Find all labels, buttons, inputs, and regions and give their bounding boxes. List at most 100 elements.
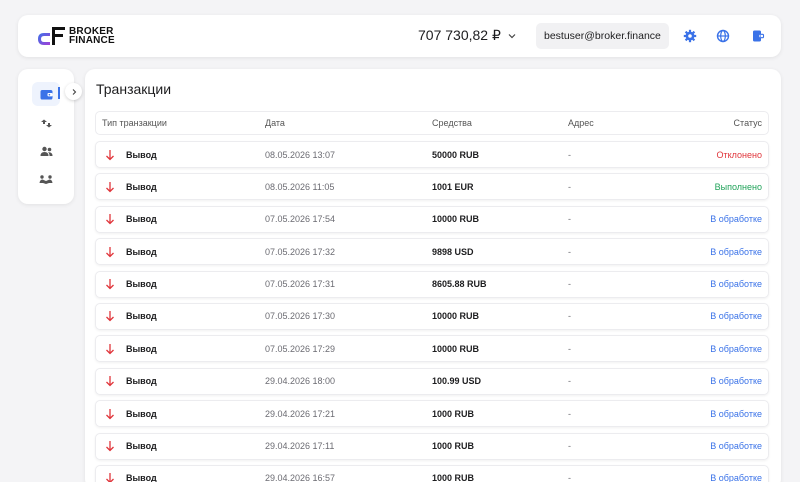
row-status: В обработке: [710, 376, 762, 387]
arrow-down-icon: [106, 246, 114, 258]
row-status: В обработке: [710, 279, 762, 290]
row-address: -: [568, 408, 571, 419]
chevron-down-icon: [508, 33, 516, 38]
arrow-down-icon: [106, 343, 114, 355]
row-date: 07.05.2026 17:29: [265, 343, 336, 354]
page-title: Транзакции: [96, 81, 172, 97]
row-date: 29.04.2026 16:57: [265, 473, 336, 482]
row-type: Вывод: [126, 279, 157, 290]
row-type-cell: Вывод: [102, 142, 157, 167]
broker-finance-logo[interactable]: BROKER FINANCE: [36, 25, 115, 47]
row-type-cell: Вывод: [102, 239, 157, 264]
row-type: Вывод: [126, 473, 157, 482]
table-row[interactable]: Вывод 08.05.2026 13:07 50000 RUB - Отклонено: [95, 141, 769, 168]
row-amount: 100.99 USD: [432, 376, 482, 387]
sidebar-item-partners[interactable]: [32, 167, 60, 191]
sidebar-item-users[interactable]: [32, 139, 60, 163]
chevron-right-icon: [72, 88, 76, 95]
row-amount: 9898 USD: [432, 246, 474, 257]
arrow-down-icon: [106, 408, 114, 420]
arrow-down-icon: [106, 311, 114, 322]
row-type: Вывод: [126, 408, 157, 419]
row-address: -: [568, 214, 571, 225]
wallet-icon: [40, 89, 52, 99]
row-type: Вывод: [126, 441, 157, 452]
settings-icon[interactable]: [683, 29, 697, 43]
balance-dropdown[interactable]: 707 730,82 ₽: [418, 27, 517, 44]
row-type-cell: Вывод: [102, 336, 157, 361]
row-type-cell: Вывод: [102, 369, 157, 394]
sidebar-toggle-button[interactable]: [65, 83, 82, 100]
row-date: 07.05.2026 17:30: [265, 311, 336, 322]
row-status: В обработке: [710, 246, 762, 257]
row-date: 08.05.2026 13:07: [265, 149, 336, 160]
table-row[interactable]: Вывод 07.05.2026 17:32 9898 USD - В обработк…: [95, 238, 769, 266]
row-address: -: [568, 181, 571, 192]
row-type-cell: Вывод: [102, 174, 157, 199]
table-row[interactable]: Вывод 07.05.2026 17:29 10000 RUB - В обработ…: [95, 335, 769, 363]
row-type: Вывод: [126, 343, 157, 354]
row-amount: 1000 RUB: [432, 473, 475, 482]
column-header-date: Дата: [265, 118, 285, 128]
logo-mark-icon: [38, 27, 65, 45]
row-date: 29.04.2026 17:21: [265, 408, 336, 419]
sidebar-item-wallet[interactable]: [32, 82, 60, 106]
row-status: Отклонено: [716, 149, 762, 160]
table-header: Тип транзакции Дата Средства Адрес Стату…: [95, 111, 769, 135]
table-body: Вывод 08.05.2026 13:07 50000 RUB - Отклонено…: [95, 141, 769, 482]
row-address: -: [568, 311, 571, 322]
row-amount: 50000 RUB: [432, 149, 480, 160]
row-type-cell: Вывод: [102, 434, 157, 459]
row-amount: 1000 RUB: [432, 441, 475, 452]
arrow-down-icon: [106, 214, 114, 225]
row-type: Вывод: [126, 149, 157, 160]
row-amount: 10000 RUB: [432, 311, 480, 322]
row-date: 07.05.2026 17:31: [265, 279, 336, 290]
row-type: Вывод: [126, 246, 157, 257]
globe-icon[interactable]: [716, 29, 730, 43]
arrow-down-icon: [106, 376, 114, 387]
row-type: Вывод: [126, 376, 157, 387]
sidebar-item-exchange[interactable]: [32, 111, 60, 135]
transactions-panel: Транзакции Тип транзакции Дата Средства …: [85, 69, 781, 482]
row-type: Вывод: [126, 214, 157, 225]
row-amount: 8605.88 RUB: [432, 279, 487, 290]
table-row[interactable]: Вывод 07.05.2026 17:31 8605.88 RUB - В обраб…: [95, 270, 769, 298]
user-email[interactable]: bestuser@broker.finance: [536, 23, 669, 49]
row-status: В обработке: [710, 473, 762, 482]
row-address: -: [568, 246, 571, 257]
row-type-cell: Вывод: [102, 304, 157, 329]
column-header-status: Статус: [733, 118, 762, 128]
row-amount: 1000 RUB: [432, 408, 475, 419]
arrow-down-icon: [106, 181, 114, 193]
users-icon: [40, 146, 52, 156]
table-row[interactable]: Вывод 29.04.2026 17:11 1000 RUB - В обработк…: [95, 432, 769, 460]
row-address: -: [568, 149, 571, 160]
table-row[interactable]: Вывод 07.05.2026 17:54 10000 RUB - В обработ…: [95, 205, 769, 233]
row-status: В обработке: [710, 343, 762, 354]
table-row[interactable]: Вывод 07.05.2026 17:30 10000 RUB - В обработ…: [95, 302, 769, 330]
transactions-table: Тип транзакции Дата Средства Адрес Стату…: [95, 111, 769, 482]
arrow-down-icon: [106, 473, 114, 482]
table-row[interactable]: Вывод 29.04.2026 18:00 100.99 USD - В обрабо…: [95, 367, 769, 395]
table-row[interactable]: Вывод 29.04.2026 16:57 1000 RUB - В обработк…: [95, 464, 769, 482]
table-row[interactable]: Вывод 29.04.2026 17:21 1000 RUB - В обработк…: [95, 400, 769, 428]
exchange-icon: [40, 119, 52, 127]
row-status: В обработке: [710, 408, 762, 419]
table-row[interactable]: Вывод 08.05.2026 11:05 1001 EUR - Выполнено: [95, 173, 769, 201]
row-date: 07.05.2026 17:54: [265, 214, 336, 225]
logout-icon[interactable]: [751, 29, 765, 43]
row-type: Вывод: [126, 311, 157, 322]
row-date: 08.05.2026 11:05: [265, 181, 335, 192]
active-indicator: [58, 87, 60, 99]
column-header-address: Адрес: [568, 118, 594, 128]
row-type-cell: Вывод: [102, 401, 157, 426]
row-type-cell: Вывод: [102, 272, 157, 297]
arrow-down-icon: [106, 441, 114, 452]
top-header: BROKER FINANCE 707 730,82 ₽ bestuser@bro…: [18, 15, 781, 57]
row-date: 29.04.2026 18:00: [265, 376, 336, 387]
column-header-amount: Средства: [432, 118, 472, 128]
row-amount: 1001 EUR: [432, 181, 474, 192]
row-type-cell: Вывод: [102, 207, 157, 232]
logo-line-2: FINANCE: [69, 35, 115, 46]
